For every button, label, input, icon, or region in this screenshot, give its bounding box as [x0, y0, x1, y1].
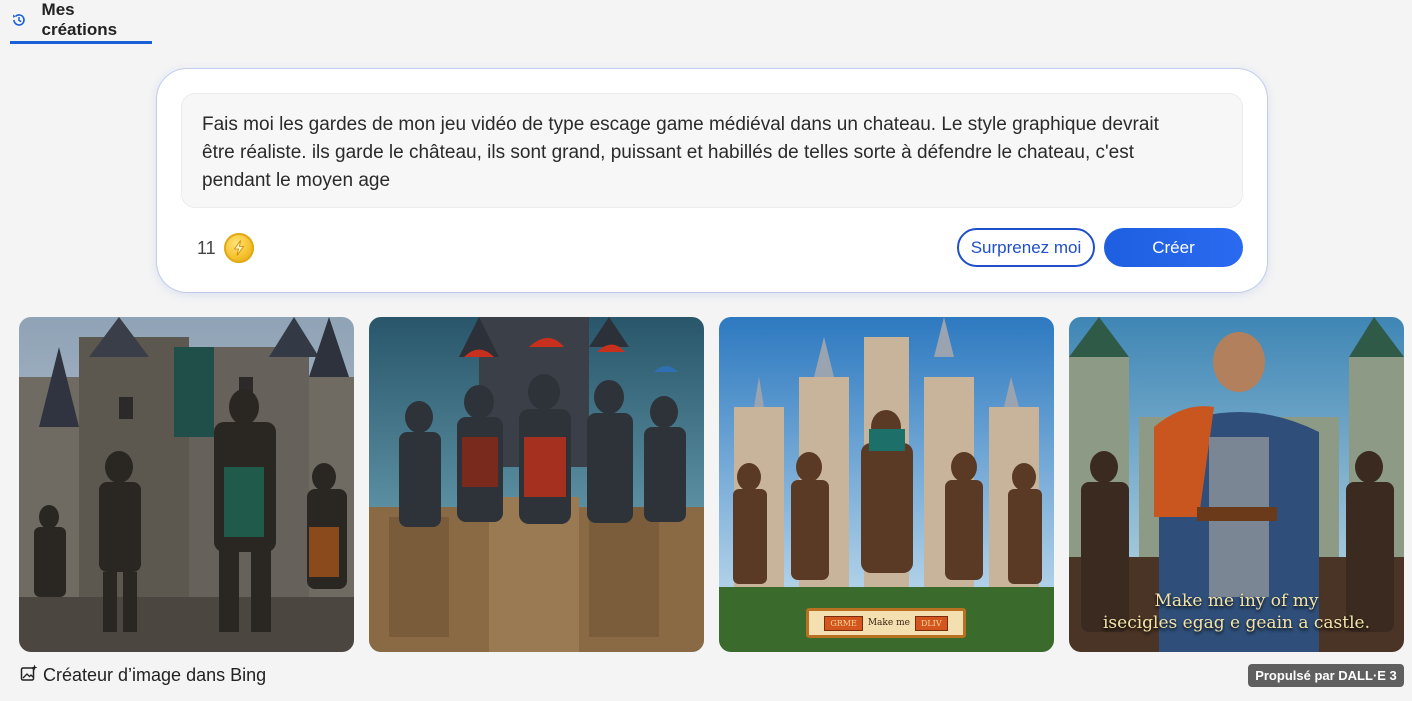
boost-counter: 11 [197, 232, 254, 264]
image-3-sign-left: GRME [824, 615, 863, 631]
generated-image-4[interactable]: Make me iny of my isecigles egag e geain… [1069, 317, 1404, 652]
generated-image-3[interactable]: GRME Make me DLIV [719, 317, 1054, 652]
image-sparkle-icon [19, 663, 39, 688]
image-1-illustration [19, 317, 354, 652]
prompt-text: Fais moi les gardes de mon jeu vidéo de … [202, 114, 1159, 191]
image-4-caption: Make me iny of my isecigles egag e geain… [1069, 590, 1404, 634]
creator-label: Créateur d’image dans Bing [43, 664, 267, 685]
prompt-input[interactable]: Fais moi les gardes de mon jeu vidéo de … [181, 93, 1243, 208]
image-3-sign: GRME Make me DLIV [806, 608, 966, 638]
image-4-caption-line2: isecigles egag e geain a castle. [1102, 613, 1371, 633]
image-3-sign-right: DLIV [914, 615, 948, 631]
tab-label: Mes créations [41, 0, 118, 39]
image-2-illustration [369, 317, 704, 652]
image-4-caption-line1: Make me iny of my [1154, 591, 1319, 611]
bing-image-creator-link[interactable]: Créateur d’image dans Bing [19, 664, 266, 686]
powered-by-badge: Propulsé par DALL·E 3 [1248, 664, 1404, 687]
create-button[interactable]: Créer [1104, 228, 1243, 267]
generated-image-2[interactable] [369, 317, 704, 652]
image-3-sign-middle: Make me [867, 618, 910, 628]
lightning-coin-icon [223, 233, 254, 263]
prompt-card: Fais moi les gardes de mon jeu vidéo de … [157, 69, 1267, 292]
boost-count: 11 [197, 237, 216, 258]
tab-my-creations[interactable]: Mes créations [10, 0, 152, 44]
surprise-me-button[interactable]: Surprenez moi [957, 228, 1095, 267]
image-3-illustration [719, 317, 1054, 652]
history-icon [10, 11, 28, 29]
generated-image-1[interactable] [19, 317, 354, 652]
